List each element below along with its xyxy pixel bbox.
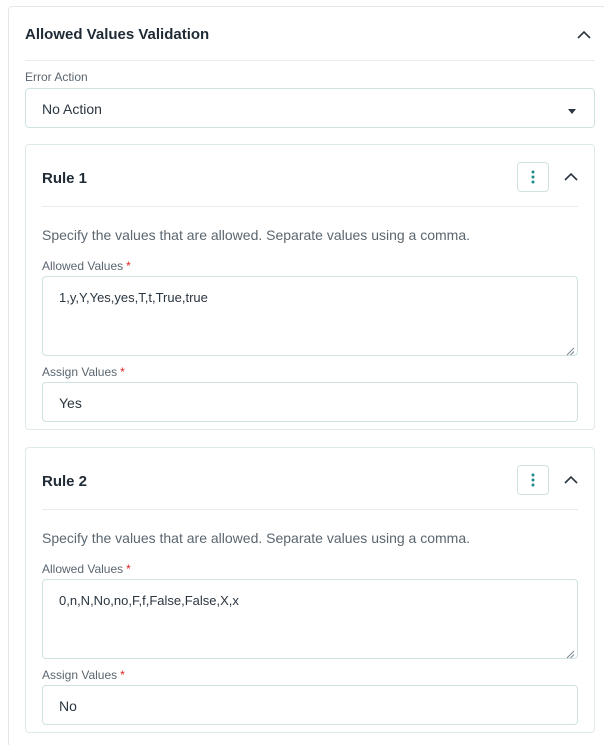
required-mark: * xyxy=(126,562,131,576)
required-mark: * xyxy=(126,259,131,273)
resize-grip-icon[interactable] xyxy=(565,343,575,356)
allowed-values-label: Allowed Values * xyxy=(42,562,131,576)
panel-title: Allowed Values Validation xyxy=(25,26,210,43)
panel-header[interactable]: Allowed Values Validation xyxy=(25,7,595,61)
required-mark: * xyxy=(120,365,125,379)
kebab-icon xyxy=(531,473,535,487)
rule-description: Specify the values that are allowed. Sep… xyxy=(42,530,471,546)
rule-card-1: Rule 1 Specify the values that are allow… xyxy=(25,144,595,430)
assign-values-input[interactable]: No xyxy=(42,685,578,725)
assign-values-input[interactable]: Yes xyxy=(42,382,578,422)
rule-description: Specify the values that are allowed. Sep… xyxy=(42,227,471,243)
required-mark: * xyxy=(120,668,125,682)
assign-values-label: Assign Values * xyxy=(42,668,125,682)
caret-down-icon xyxy=(567,103,577,114)
rule-menu-button[interactable] xyxy=(517,465,549,495)
rule-title: Rule 1 xyxy=(42,170,88,187)
kebab-icon xyxy=(531,170,535,184)
allowed-values-textarea[interactable]: 0,n,N,No,no,F,f,False,False,X,x xyxy=(42,579,578,659)
assign-values-label: Assign Values * xyxy=(42,365,125,379)
rule-header[interactable]: Rule 2 xyxy=(42,448,578,510)
allowed-values-text: 1,y,Y,Yes,yes,T,t,True,true xyxy=(59,290,208,305)
chevron-up-icon[interactable] xyxy=(562,168,580,186)
resize-grip-icon[interactable] xyxy=(565,646,575,659)
assign-values-text: Yes xyxy=(59,395,82,411)
rule-card-2: Rule 2 Specify the values that are allow… xyxy=(25,447,595,733)
rule-title: Rule 2 xyxy=(42,473,88,490)
error-action-value: No Action xyxy=(42,101,102,117)
allowed-values-text: 0,n,N,No,no,F,f,False,False,X,x xyxy=(59,593,239,608)
allowed-values-validation-panel: Allowed Values Validation Error Action N… xyxy=(8,6,604,745)
rule-header[interactable]: Rule 1 xyxy=(42,145,578,207)
error-action-label: Error Action xyxy=(25,70,88,84)
allowed-values-label: Allowed Values * xyxy=(42,259,131,273)
allowed-values-textarea[interactable]: 1,y,Y,Yes,yes,T,t,True,true xyxy=(42,276,578,356)
rule-menu-button[interactable] xyxy=(517,162,549,192)
assign-values-text: No xyxy=(59,698,77,714)
chevron-up-icon[interactable] xyxy=(575,26,593,44)
chevron-up-icon[interactable] xyxy=(562,471,580,489)
error-action-select[interactable]: No Action xyxy=(25,88,595,128)
